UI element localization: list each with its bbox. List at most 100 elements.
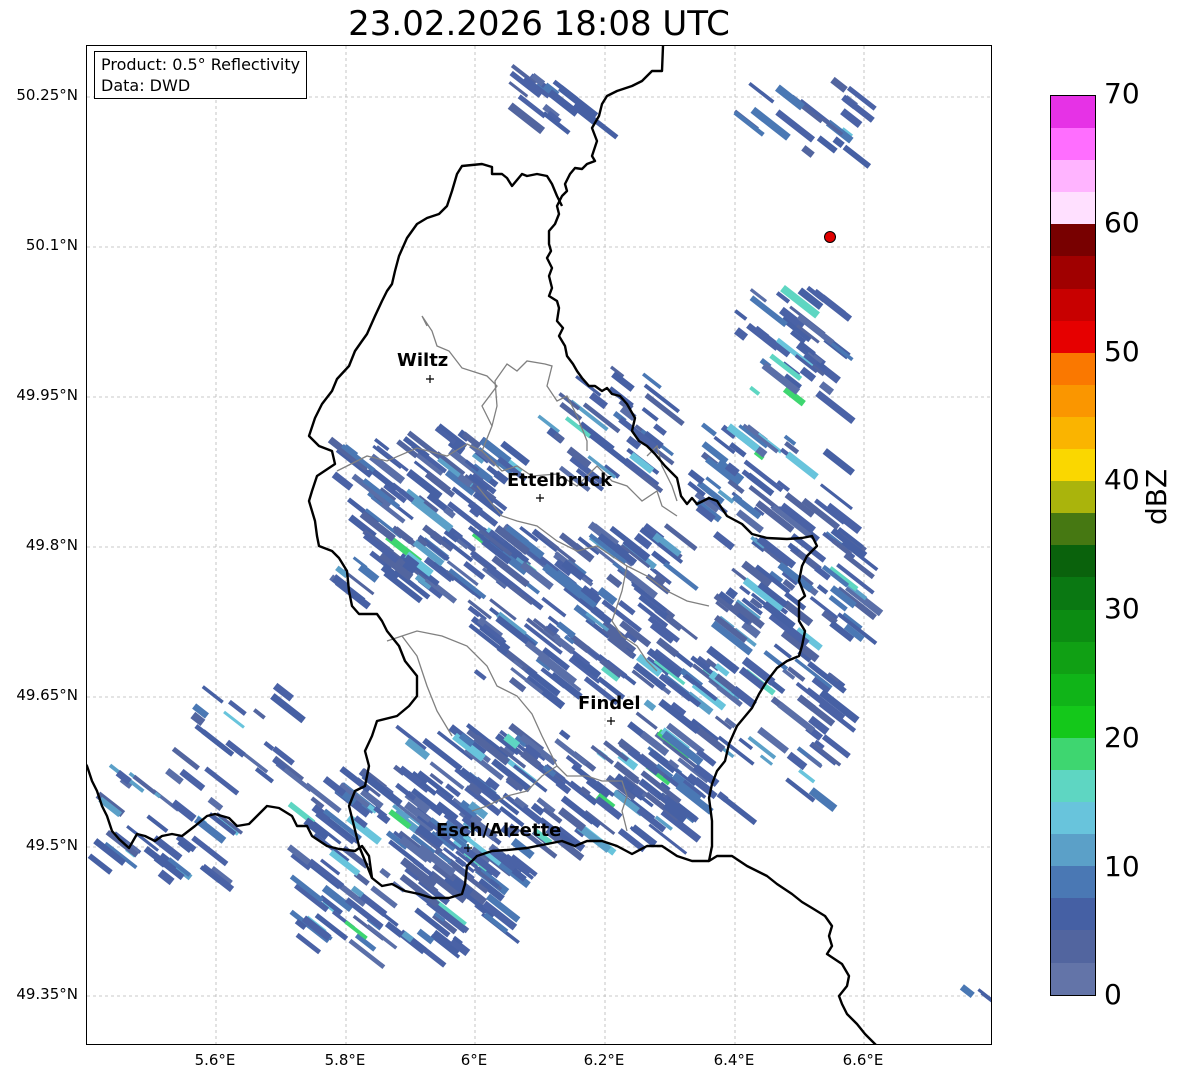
echo-streak: [775, 84, 805, 111]
echo-streak: [753, 326, 791, 358]
colorbar-segment: [1051, 545, 1095, 578]
product-label: Product: 0.5° Reflectivity: [101, 55, 301, 74]
echo-streak: [721, 795, 758, 826]
colorbar-segment: [1051, 384, 1095, 417]
colorbar-segment: [1051, 96, 1095, 129]
colorbar-segment: [1051, 288, 1095, 321]
echo-streak: [750, 106, 791, 141]
map-title: 23.02.2026 18:08 UTC: [348, 4, 730, 44]
echo-streak: [204, 766, 240, 796]
echo-streak: [734, 327, 749, 341]
colorbar-segment: [1051, 513, 1095, 546]
echo-streak: [816, 584, 829, 595]
colorbar-segment: [1051, 160, 1095, 193]
lon-label: 6.4°E: [713, 1051, 755, 1069]
colorbar-segment: [1051, 128, 1095, 161]
echo-streak: [171, 746, 200, 771]
colorbar-segment: [1051, 481, 1095, 514]
echo-streak: [734, 309, 748, 321]
echo-streak: [473, 669, 487, 681]
colorbar-tick: 20: [1104, 721, 1140, 754]
colorbar-segment: [1051, 224, 1095, 257]
colorbar-tick: 40: [1104, 463, 1140, 496]
city-label-esch: Esch/Alzette: [436, 820, 562, 841]
echo-streak: [653, 423, 667, 436]
radar-echoes: [87, 63, 991, 1017]
findel-marker: [607, 717, 615, 725]
colorbar-segment: [1051, 449, 1095, 482]
echo-streak: [558, 729, 571, 741]
echo-streak: [606, 573, 623, 589]
colorbar-tick: 70: [1104, 77, 1140, 110]
product-info-box: Product: 0.5° Reflectivity Data: DWD: [94, 51, 308, 99]
colorbar-segment: [1051, 352, 1095, 385]
colorbar-segment: [1051, 834, 1095, 867]
colorbar-tick: 0: [1104, 978, 1122, 1011]
lat-label: 49.5°N: [25, 836, 78, 854]
colorbar: [1050, 95, 1096, 996]
echo-streak: [977, 988, 991, 1017]
lon-label: 5.6°E: [194, 1051, 236, 1069]
lat-label: 49.65°N: [16, 686, 78, 704]
wiltz-marker: [426, 375, 434, 383]
colorbar-segment: [1051, 192, 1095, 225]
colorbar-segment: [1051, 898, 1095, 931]
echo-streak: [146, 814, 169, 833]
colorbar-tick: 50: [1104, 335, 1140, 368]
echo-streak: [329, 849, 361, 877]
echo-streak: [959, 984, 975, 998]
city-label-wiltz: Wiltz: [397, 350, 449, 371]
lon-label: 6°E: [460, 1051, 488, 1069]
radar-map: [86, 45, 992, 1045]
lon-label: 6.6°E: [842, 1051, 884, 1069]
colorbar-segment: [1051, 256, 1095, 289]
ettelbruck-marker: [536, 494, 544, 502]
echo-streak: [171, 799, 197, 822]
echo-streak: [379, 867, 391, 879]
colorbar-segment: [1051, 802, 1095, 835]
echo-streak: [815, 390, 856, 424]
echo-streak: [643, 699, 657, 712]
map-canvas: [87, 46, 991, 1044]
echo-streak: [507, 102, 546, 135]
colorbar-segment: [1051, 930, 1095, 963]
echo-streak: [798, 768, 816, 784]
echo-streak: [207, 796, 224, 811]
colorbar-tick: 30: [1104, 592, 1140, 625]
echo-streak: [228, 699, 247, 716]
echo-streak: [701, 422, 717, 437]
colorbar-segment: [1051, 577, 1095, 610]
echo-streak: [165, 767, 184, 785]
echo-streak: [785, 451, 819, 480]
colorbar-unit-text: dBZ: [1140, 468, 1173, 525]
echo-streak: [806, 754, 823, 769]
echo-streak: [301, 915, 332, 941]
echo-streak: [822, 448, 855, 476]
radar-site-marker: [824, 231, 836, 243]
colorbar-tick: 10: [1104, 850, 1140, 883]
colorbar-segment: [1051, 962, 1095, 995]
echo-streak: [773, 643, 792, 659]
echo-streak: [713, 531, 735, 551]
echo-streak: [331, 471, 354, 491]
lon-label: 5.8°E: [324, 1051, 366, 1069]
echo-streak: [761, 362, 801, 395]
colorbar-tick: 60: [1104, 206, 1140, 239]
lat-label: 50.1°N: [25, 236, 78, 254]
colorbar-segment: [1051, 673, 1095, 706]
colorbar-segment: [1051, 609, 1095, 642]
echo-streak: [980, 991, 991, 1016]
echo-streak: [830, 76, 848, 93]
colorbar-segment: [1051, 769, 1095, 803]
echo-streak: [295, 932, 322, 955]
lat-label: 49.8°N: [25, 536, 78, 554]
echo-streak: [821, 117, 844, 136]
echo-streak: [263, 741, 275, 751]
colorbar-segment: [1051, 705, 1095, 738]
echo-streak: [194, 724, 232, 755]
echo-streak: [327, 436, 370, 472]
echo-streak: [289, 874, 324, 903]
lat-label: 49.95°N: [16, 386, 78, 404]
echo-streak: [663, 561, 699, 591]
colorbar-segment: [1051, 416, 1095, 450]
